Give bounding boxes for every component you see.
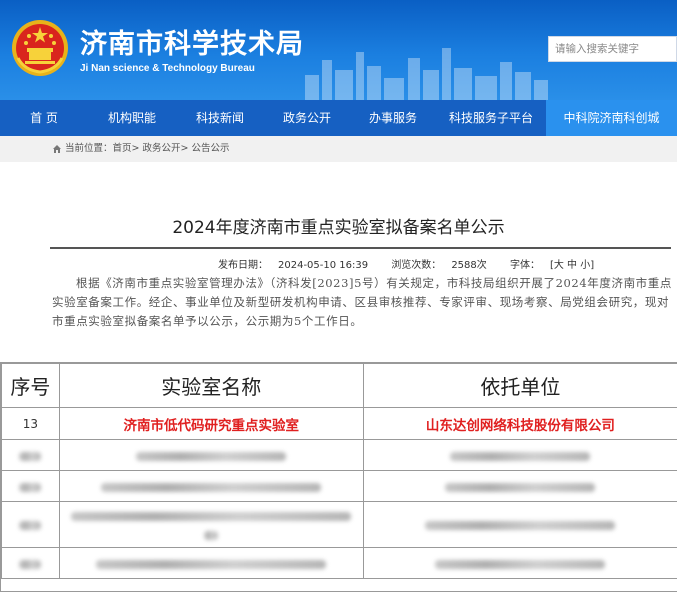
nav-item-government-affairs[interactable]: 政务公开 <box>264 100 350 136</box>
redacted-cell <box>19 482 42 492</box>
nav-item-functions[interactable]: 机构职能 <box>88 100 176 136</box>
lab-name: 济南市低代码研究重点实验室 <box>58 407 364 440</box>
font-label: 字体： <box>509 260 540 271</box>
redacted-cell <box>450 451 591 461</box>
header-no: 序号 <box>1 363 60 408</box>
redacted-cell <box>71 511 352 521</box>
table-row-blurred <box>1 501 677 548</box>
redacted-cell <box>425 521 616 530</box>
site-title: 济南市科学技术局 <box>80 29 304 60</box>
redacted-cell <box>19 521 42 530</box>
header-organization: 依托单位 <box>362 363 677 408</box>
breadcrumb: 当前位置：首页> 政务公开> 公告公示 <box>0 136 677 162</box>
redacted-cell <box>136 451 287 461</box>
views-label: 浏览次数： <box>391 260 442 271</box>
site-header: 济南市科学技术局 Ji Nan science & Technology Bur… <box>0 0 677 100</box>
table-row-blurred <box>1 547 677 579</box>
title-divider <box>50 247 671 249</box>
nav-item-innovation-city[interactable]: 中科院济南科创城 <box>546 100 677 136</box>
row-number: 13 <box>1 407 60 440</box>
article-meta: 发布日期： 2024-05-10 16:39 浏览次数： 2588次 字体： [大 中… <box>218 256 614 271</box>
table-row-highlight: 13 济南市低代码研究重点实验室 山东达创网络科技股份有限公司 <box>1 407 677 440</box>
redacted-cell <box>101 482 322 492</box>
nav-item-services[interactable]: 办事服务 <box>350 100 436 136</box>
main-nav: 首 页 机构职能 科技新闻 政务公开 办事服务 科技服务子平台 中科院济南科创城 <box>0 100 677 136</box>
organization-name: 山东达创网络科技股份有限公司 <box>362 407 677 440</box>
redacted-cell <box>204 530 219 540</box>
nav-item-news[interactable]: 科技新闻 <box>176 100 264 136</box>
lab-list-table: 序号 实验室名称 依托单位 13 济南市低代码研究重点实验室 山东达创网络科技股… <box>0 362 677 592</box>
city-skyline-decoration <box>305 48 548 100</box>
redacted-cell <box>19 451 42 461</box>
table-row-blurred <box>1 470 677 502</box>
redacted-cell <box>19 559 42 569</box>
publish-date: 2024-05-10 16:39 <box>278 260 369 271</box>
publish-label: 发布日期： <box>218 260 268 271</box>
redacted-cell <box>96 559 327 569</box>
nav-item-home[interactable]: 首 页 <box>0 100 88 136</box>
national-emblem-icon <box>12 20 68 76</box>
redacted-cell <box>435 559 606 569</box>
home-icon <box>53 144 61 153</box>
article-body: 根据《济南市重点实验室管理办法》（济科发[2023]5号）有关规定，市科技局组织… <box>52 276 672 328</box>
site-subtitle: Ji Nan science & Technology Bureau <box>80 63 255 74</box>
table-row-blurred <box>1 439 677 471</box>
redacted-cell <box>445 482 596 492</box>
views-count: 2588次 <box>451 260 487 271</box>
nav-item-service-platform[interactable]: 科技服务子平台 <box>436 100 546 136</box>
header-lab-name: 实验室名称 <box>58 363 364 408</box>
breadcrumb-text[interactable]: 当前位置：首页> 政务公开> 公告公示 <box>65 143 229 154</box>
search-input[interactable]: 请输入搜索关键字 <box>548 36 677 62</box>
article-title: 2024年度济南市重点实验室拟备案名单公示 <box>172 218 505 238</box>
font-size-switcher[interactable]: [大 中 小] <box>550 260 594 271</box>
